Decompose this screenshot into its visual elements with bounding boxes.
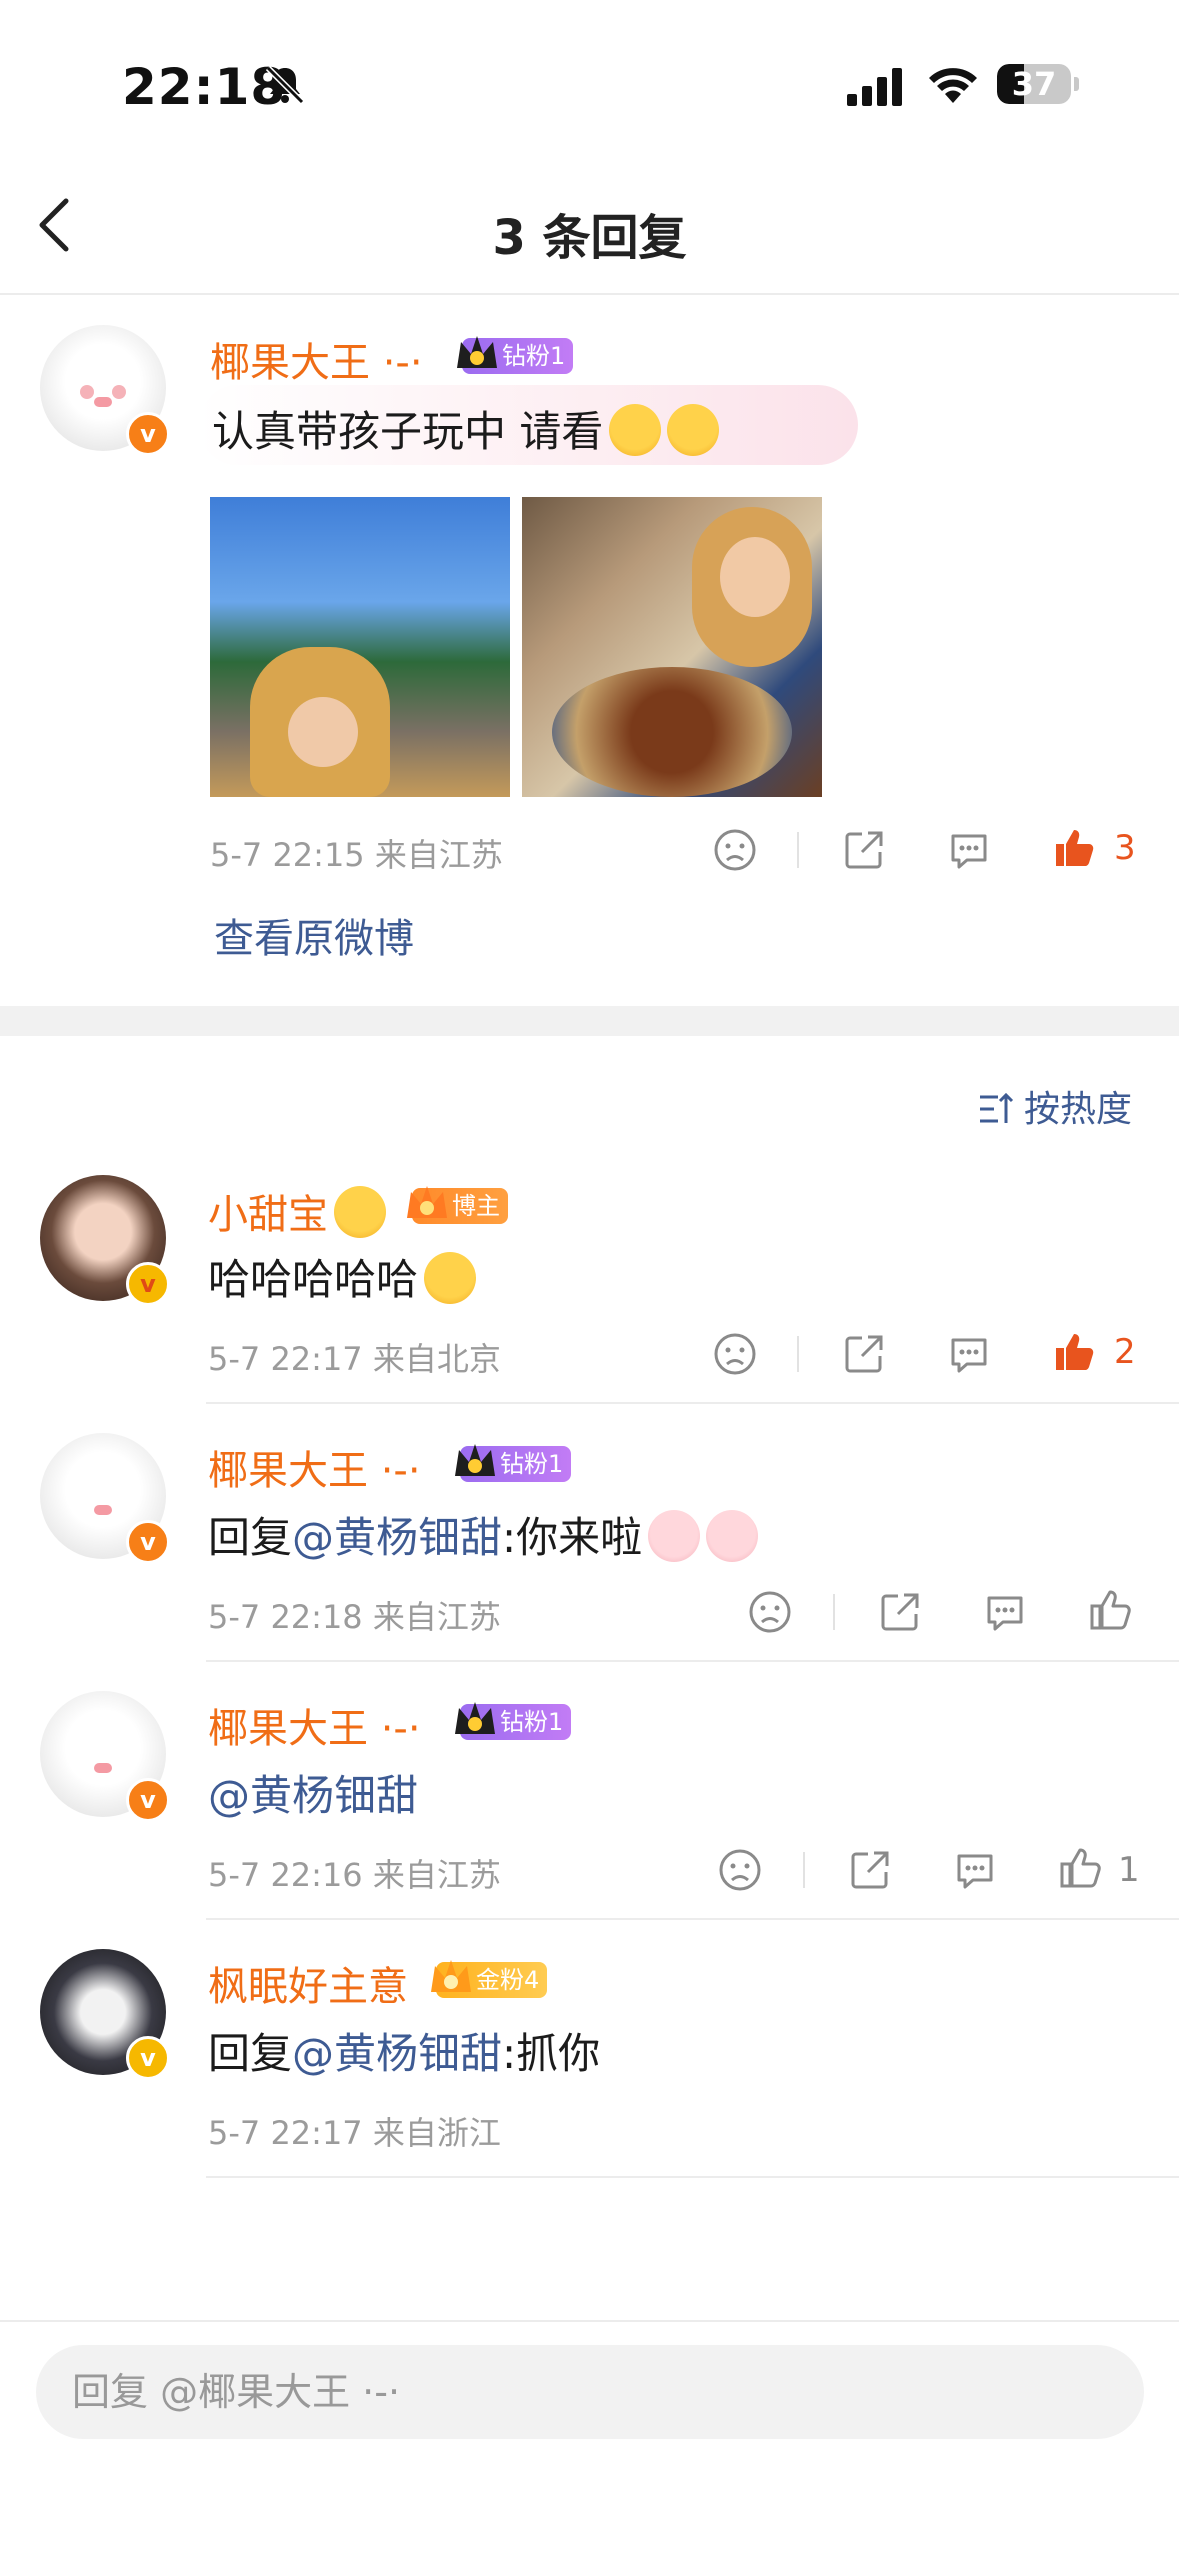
- dislike-button[interactable]: [713, 828, 757, 872]
- like-button[interactable]: [1052, 1330, 1096, 1374]
- dislike-button[interactable]: [718, 1848, 762, 1892]
- share-icon: [881, 1593, 919, 1631]
- share-button[interactable]: [878, 1590, 922, 1634]
- divider: [833, 1594, 835, 1630]
- frown-face-icon: [719, 1849, 761, 1891]
- fan-tag: 钻粉1: [455, 1444, 572, 1482]
- crown-icon: [455, 1444, 495, 1476]
- like-button[interactable]: [1088, 1588, 1132, 1632]
- comment-icon: [987, 1596, 1023, 1631]
- comment-icon: [951, 1338, 987, 1373]
- divider: [797, 1336, 799, 1372]
- pig-emoji-icon: [648, 1510, 701, 1562]
- mention-link[interactable]: @黄杨钿甜: [208, 1771, 418, 1820]
- reply-meta: 5-7 22:17 来自北京: [208, 1340, 501, 1378]
- comment-button[interactable]: [983, 1590, 1027, 1634]
- photo-thumbnail[interactable]: [522, 497, 822, 797]
- thumbs-up-icon: [1090, 1590, 1131, 1630]
- dislike-button[interactable]: [713, 1332, 757, 1376]
- divider: [797, 832, 799, 868]
- pig-emoji-icon: [706, 1510, 759, 1562]
- fan-tag: 钻粉1: [457, 336, 574, 374]
- like-button[interactable]: [1052, 826, 1096, 870]
- comment-button[interactable]: [947, 828, 991, 872]
- comment-text: 认真带孩子玩中 请看: [212, 398, 720, 459]
- share-icon: [845, 831, 883, 869]
- kiss-heart-emoji-icon: [667, 404, 720, 456]
- verified-badge-icon: v: [126, 412, 170, 456]
- fan-tag: 金粉4: [431, 1960, 548, 1998]
- verified-badge-icon: v: [126, 1778, 170, 1822]
- reply-text: @黄杨钿甜: [208, 1762, 418, 1823]
- divider: [0, 2320, 1179, 2322]
- share-button[interactable]: [848, 1848, 892, 1892]
- crown-icon: [407, 1186, 447, 1218]
- verified-badge-icon: v: [126, 1520, 170, 1564]
- kissing-cat-emoji-icon: [334, 1186, 386, 1238]
- mention-link[interactable]: @黄杨钿甜: [292, 2029, 502, 2078]
- verified-badge-icon: v: [126, 2036, 170, 2080]
- reply-text: 哈哈哈哈哈: [208, 1246, 477, 1307]
- cellular-signal-icon: [847, 68, 902, 106]
- verified-badge-icon: v: [126, 1262, 170, 1306]
- blogger-tag: 博主: [407, 1186, 508, 1224]
- share-button[interactable]: [842, 828, 886, 872]
- battery-indicator: 37: [997, 64, 1079, 106]
- wink-emoji-icon: [424, 1252, 477, 1304]
- reply-meta: 5-7 22:16 来自江苏: [208, 1856, 501, 1894]
- section-divider: [0, 1006, 1179, 1036]
- dislike-button[interactable]: [748, 1590, 792, 1634]
- divider: [206, 1402, 1179, 1404]
- comment-button[interactable]: [947, 1332, 991, 1376]
- fan-tag: 钻粉1: [455, 1702, 572, 1740]
- share-icon: [851, 1851, 889, 1889]
- username[interactable]: 枫眠好主意: [208, 1954, 408, 2012]
- username[interactable]: 椰果大王 ·-·: [208, 1438, 421, 1496]
- reply-input[interactable]: 回复 @椰果大王 ·-·: [36, 2345, 1144, 2439]
- comment-button[interactable]: [953, 1848, 997, 1892]
- divider: [206, 2176, 1179, 2178]
- thumbs-up-filled-icon: [1056, 830, 1094, 866]
- thumbs-up-icon: [1060, 1848, 1101, 1888]
- crown-icon: [457, 336, 497, 368]
- divider: [206, 1660, 1179, 1662]
- divider: [206, 1918, 1179, 1920]
- page-title: 3 条回复: [492, 210, 687, 266]
- nav-bar: 3 条回复: [0, 150, 1179, 295]
- comment-icon: [951, 834, 987, 869]
- comment-icon: [957, 1854, 993, 1889]
- crown-icon: [431, 1960, 471, 1992]
- reply-text: 回复@黄杨钿甜:抓你: [208, 2029, 601, 2078]
- reply-meta: 5-7 22:18 来自江苏: [208, 1598, 501, 1636]
- username[interactable]: 椰果大王 ·-·: [210, 330, 423, 388]
- sort-icon: [980, 1092, 1014, 1123]
- photo-thumbnail[interactable]: [210, 497, 510, 797]
- like-count: 1: [1118, 1850, 1140, 1890]
- like-button[interactable]: [1058, 1846, 1102, 1890]
- reply-meta: 5-7 22:17 来自浙江: [208, 2114, 501, 2152]
- like-count: 2: [1114, 1332, 1136, 1372]
- frown-face-icon: [714, 1333, 756, 1375]
- like-count: 3: [1114, 828, 1136, 868]
- thumbs-up-filled-icon: [1056, 1334, 1094, 1370]
- frown-face-icon: [714, 829, 756, 871]
- divider: [803, 1852, 805, 1888]
- bell-muted-icon: [265, 65, 305, 105]
- mention-link[interactable]: @黄杨钿甜: [292, 1513, 502, 1562]
- wifi-icon: [929, 68, 977, 103]
- view-original-link[interactable]: 查看原微博: [214, 906, 414, 964]
- status-bar: 22:18 37: [0, 0, 1179, 150]
- share-icon: [845, 1335, 883, 1373]
- username[interactable]: 小甜宝: [208, 1182, 386, 1240]
- kiss-heart-emoji-icon: [609, 404, 662, 456]
- frown-face-icon: [749, 1591, 791, 1633]
- username[interactable]: 椰果大王 ·-·: [208, 1696, 421, 1754]
- reply-text: 回复@黄杨钿甜:你来啦: [208, 1504, 759, 1565]
- share-button[interactable]: [842, 1332, 886, 1376]
- sort-by-hot-button[interactable]: 按热度: [976, 1080, 1132, 1132]
- crown-icon: [455, 1702, 495, 1734]
- comment-meta: 5-7 22:15 来自江苏: [210, 836, 503, 874]
